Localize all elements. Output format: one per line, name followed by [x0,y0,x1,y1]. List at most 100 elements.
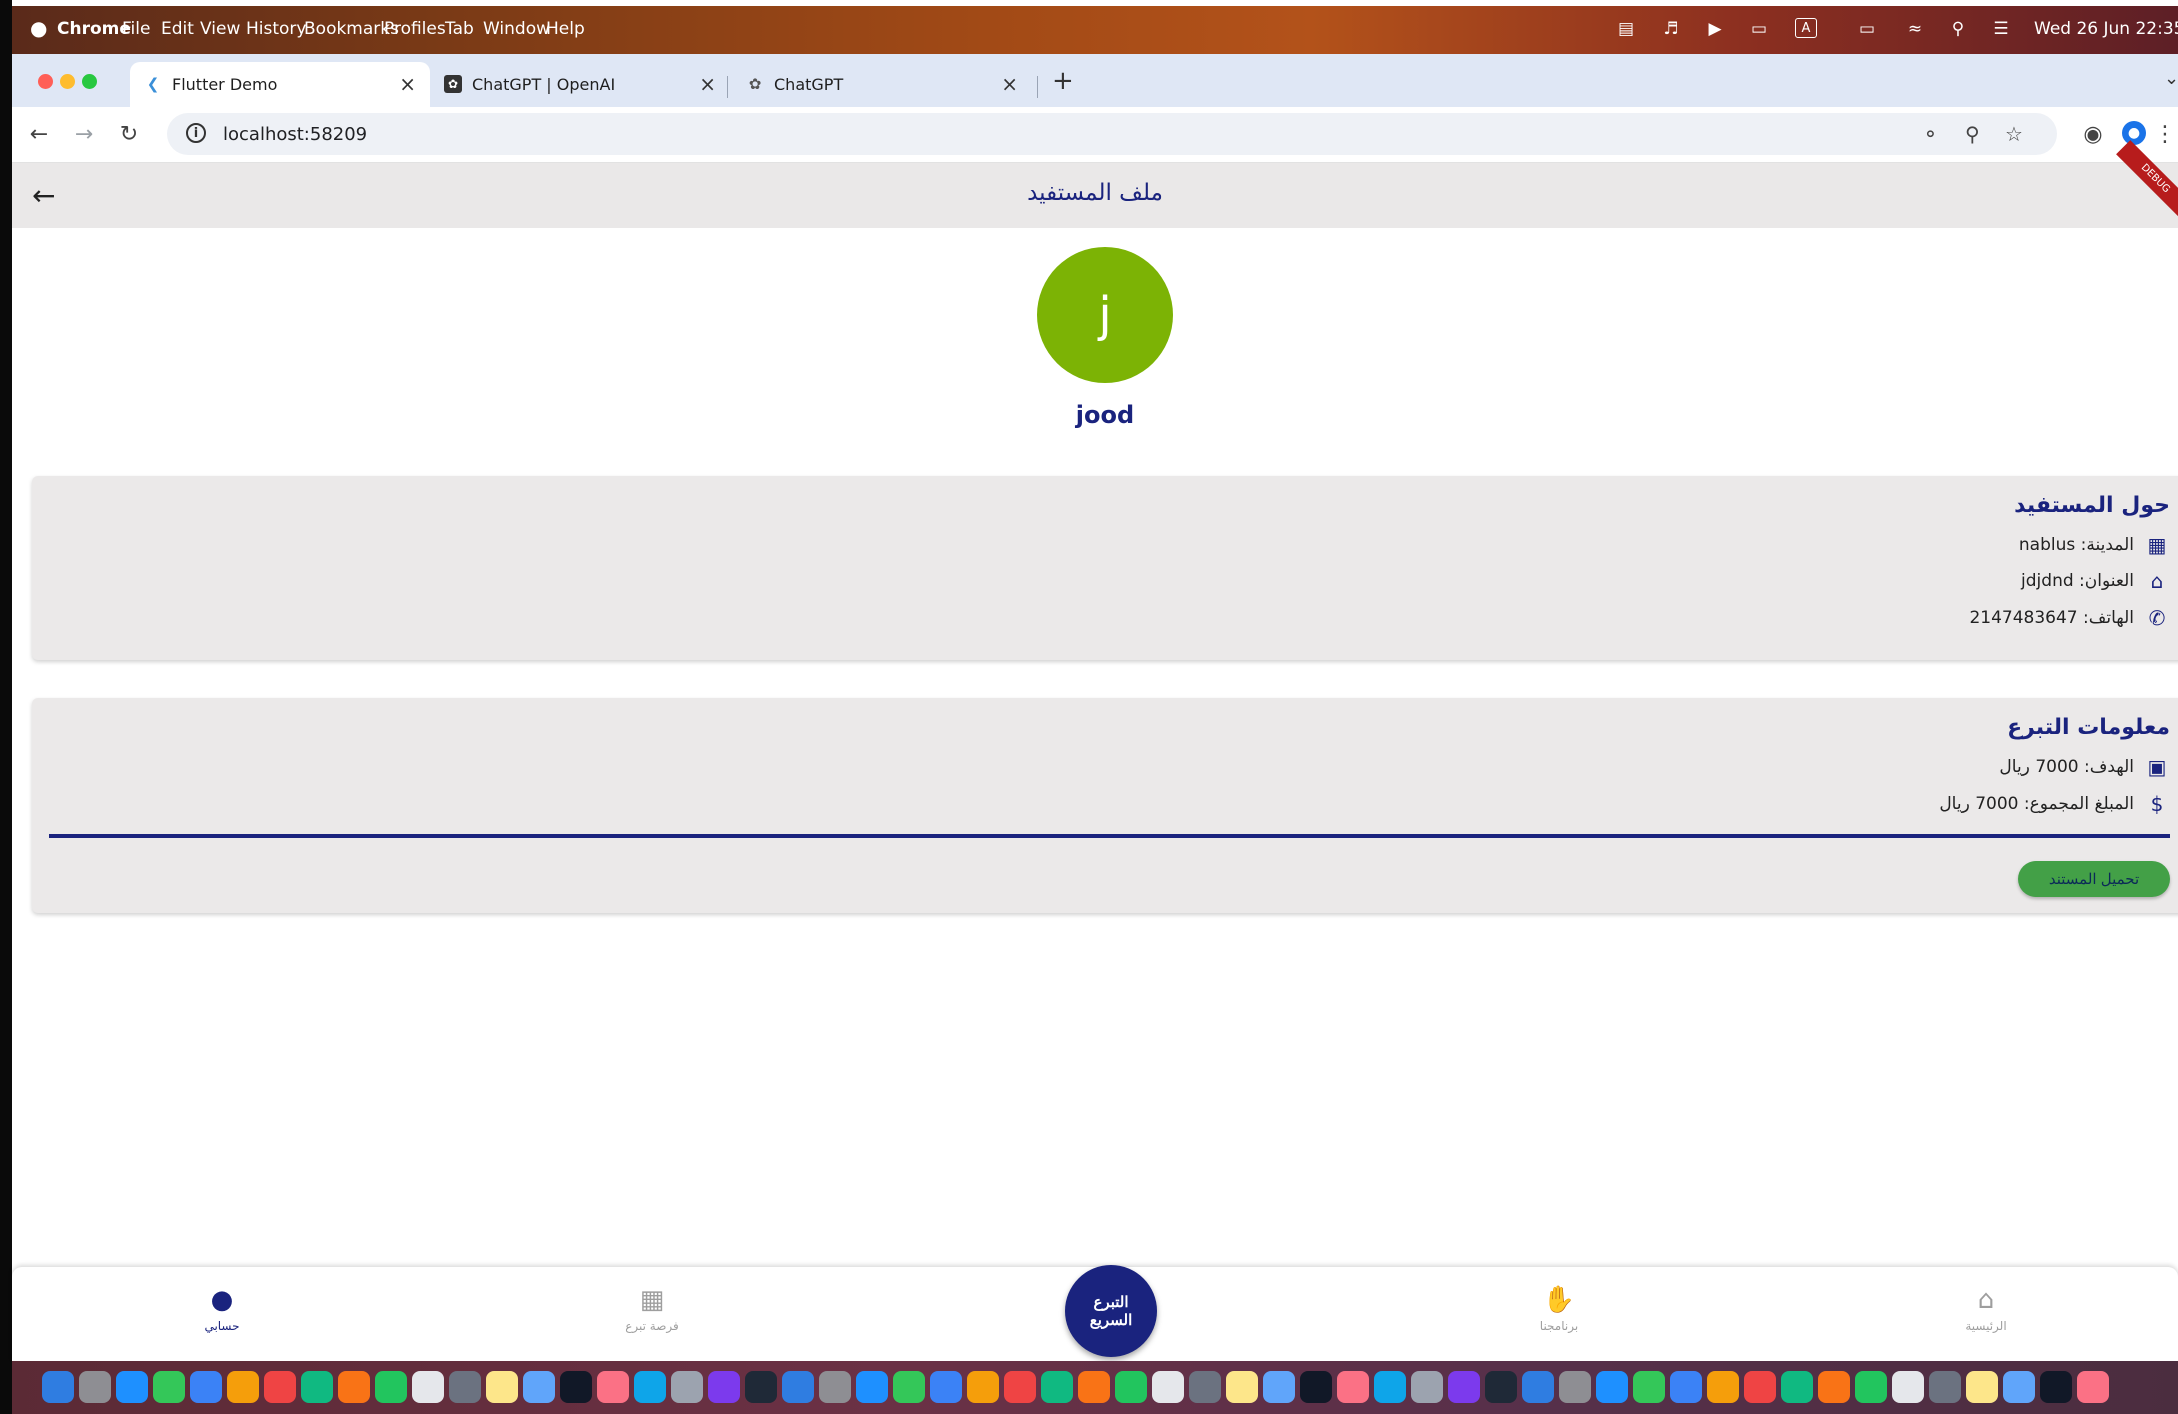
dock-app-icon[interactable] [1744,1371,1776,1403]
dock-app-icon[interactable] [42,1371,74,1403]
wifi-icon[interactable]: ≈ [1904,18,1926,40]
apple-icon[interactable]: ● [30,16,47,40]
dock-app-icon[interactable] [1522,1371,1554,1403]
dock-app-icon[interactable] [153,1371,185,1403]
nav-home[interactable]: ⌂ الرئيسية [1926,1285,2046,1333]
dock-app-icon[interactable] [190,1371,222,1403]
dock-app-icon[interactable] [1189,1371,1221,1403]
dock-app-icon[interactable] [1115,1371,1147,1403]
profile-avatar-icon[interactable]: ● [2122,121,2146,145]
window-close-button[interactable] [38,74,53,89]
menu-help[interactable]: Help [546,19,585,39]
dock-app-icon[interactable] [1485,1371,1517,1403]
dock-app-icon[interactable] [1596,1371,1628,1403]
tab-flutter-demo[interactable]: ❮ Flutter Demo × [130,62,430,107]
dock-app-icon[interactable] [486,1371,518,1403]
dock-app-icon[interactable] [227,1371,259,1403]
zoom-icon[interactable]: ⚲ [1965,122,1980,146]
menu-tab[interactable]: Tab [445,19,474,39]
dock-app-icon[interactable] [1892,1371,1924,1403]
dock-app-icon[interactable] [116,1371,148,1403]
volume-icon[interactable]: ♬ [1660,18,1682,40]
back-arrow-icon[interactable]: ← [26,121,52,147]
dock-app-icon[interactable] [1448,1371,1480,1403]
dock-app-icon[interactable] [1004,1371,1036,1403]
dock-app-icon[interactable] [1374,1371,1406,1403]
menu-window[interactable]: Window [483,19,550,39]
menu-profiles[interactable]: Profiles [384,19,446,39]
dock-app-icon[interactable] [1670,1371,1702,1403]
dock-app-icon[interactable] [1411,1371,1443,1403]
tab-search-chevron-icon[interactable]: ⌄ [2164,68,2178,89]
dock-app-icon[interactable] [1929,1371,1961,1403]
input-source-icon[interactable]: A [1795,18,1817,38]
close-tab-icon[interactable]: × [699,72,716,96]
dock-app-icon[interactable] [1707,1371,1739,1403]
forward-arrow-icon[interactable]: → [71,121,97,147]
dock-app-icon[interactable] [1633,1371,1665,1403]
tab-chatgpt-openai[interactable]: ✿ ChatGPT | OpenAI × [430,62,730,107]
nav-our-programs[interactable]: ✋ برنامجنا [1499,1285,1619,1333]
dock-app-icon[interactable] [1078,1371,1110,1403]
dock-app-icon[interactable] [819,1371,851,1403]
extension-icon[interactable]: ▤ [1615,18,1637,40]
menu-app-name[interactable]: Chrome [57,19,131,39]
dock-app-icon[interactable] [1818,1371,1850,1403]
dock-app-icon[interactable] [79,1371,111,1403]
dock-app-icon[interactable] [634,1371,666,1403]
dock-app-icon[interactable] [2003,1371,2035,1403]
menubar-datetime[interactable]: Wed 26 Jun 22:35 [2034,19,2178,39]
dock-app-icon[interactable] [264,1371,296,1403]
dock-app-icon[interactable] [708,1371,740,1403]
menu-file[interactable]: File [122,19,150,39]
dock-app-icon[interactable] [1226,1371,1258,1403]
dock-app-icon[interactable] [1781,1371,1813,1403]
dock-app-icon[interactable] [597,1371,629,1403]
dock-app-icon[interactable] [893,1371,925,1403]
menu-view[interactable]: View [200,19,240,39]
battery-icon[interactable]: ▭ [1850,18,1884,40]
menu-history[interactable]: History [246,19,306,39]
menu-edit[interactable]: Edit [161,19,194,39]
dock-app-icon[interactable] [856,1371,888,1403]
dock-app-icon[interactable] [560,1371,592,1403]
chrome-menu-icon[interactable]: ⋮ [2154,121,2176,147]
dock-app-icon[interactable] [745,1371,777,1403]
dock-app-icon[interactable] [1855,1371,1887,1403]
dock-app-icon[interactable] [1337,1371,1369,1403]
dock-app-icon[interactable] [412,1371,444,1403]
nav-donation-opportunity[interactable]: ▦ فرصة تبرع [592,1285,712,1333]
dock-app-icon[interactable] [2077,1371,2109,1403]
display-icon[interactable]: ▭ [1748,18,1770,40]
dock-app-icon[interactable] [301,1371,333,1403]
dock-app-icon[interactable] [1559,1371,1591,1403]
media-play-icon[interactable]: ▶ [1704,18,1726,40]
window-zoom-button[interactable] [82,74,97,89]
address-bar[interactable]: i localhost:58209 ⚬ ⚲ ☆ [167,113,2057,155]
dock-app-icon[interactable] [967,1371,999,1403]
dock-app-icon[interactable] [782,1371,814,1403]
password-key-icon[interactable]: ⚬ [1922,122,1939,146]
dock-app-icon[interactable] [671,1371,703,1403]
dock-app-icon[interactable] [375,1371,407,1403]
upload-document-button[interactable]: تحميل المستند [2018,861,2170,897]
dock-app-icon[interactable] [1966,1371,1998,1403]
bookmark-star-icon[interactable]: ☆ [2005,122,2023,146]
dock-app-icon[interactable] [338,1371,370,1403]
dock-app-icon[interactable] [1041,1371,1073,1403]
dock-app-icon[interactable] [1300,1371,1332,1403]
tab-chatgpt[interactable]: ✿ ChatGPT × [732,62,1032,107]
reload-icon[interactable]: ↻ [116,121,142,147]
close-tab-icon[interactable]: × [399,72,416,96]
new-tab-icon[interactable]: + [1052,66,1074,96]
spotlight-search-icon[interactable]: ⚲ [1947,18,1969,40]
dock-app-icon[interactable] [2040,1371,2072,1403]
site-info-icon[interactable]: i [186,123,206,143]
extensions-icon[interactable]: ◉ [2080,121,2106,147]
control-center-icon[interactable]: ☰ [1990,18,2012,40]
window-minimize-button[interactable] [60,74,75,89]
close-tab-icon[interactable]: × [1001,72,1018,96]
dock-app-icon[interactable] [1263,1371,1295,1403]
dock-app-icon[interactable] [930,1371,962,1403]
dock-app-icon[interactable] [523,1371,555,1403]
